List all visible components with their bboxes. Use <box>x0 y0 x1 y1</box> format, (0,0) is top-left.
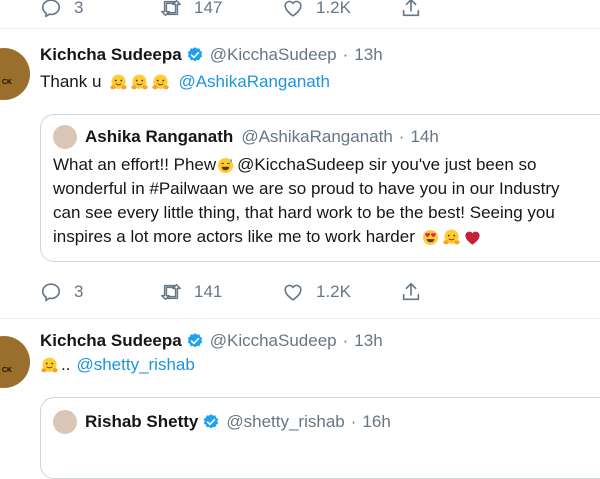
share-button[interactable] <box>400 278 422 306</box>
quoted-tweet[interactable]: Ashika Ranganath @AshikaRanganath · 14h … <box>40 114 600 262</box>
mention-link[interactable]: @shetty_rishab <box>76 355 194 375</box>
verified-badge-icon <box>202 413 220 431</box>
quote-line-1a: What an effort!! Phew <box>53 155 217 174</box>
author-handle[interactable]: @KicchaSudeep <box>210 331 337 351</box>
quote-header: Ashika Ranganath @AshikaRanganath · 14h <box>85 125 439 149</box>
red-heart-emoji <box>463 228 482 247</box>
separator-dot: · <box>342 331 349 350</box>
author-handle[interactable]: @KicchaSudeep <box>210 45 337 65</box>
tweet-time[interactable]: 13h <box>354 331 382 351</box>
quote-author-name: Ashika Ranganath <box>85 127 234 146</box>
tweet-body: Thank u <box>40 72 102 91</box>
quote-author-handle: @AshikaRanganath <box>241 127 393 146</box>
hugging-face-emoji <box>130 73 149 92</box>
share-icon <box>400 281 422 303</box>
author-name[interactable]: Kichcha Sudeepa <box>40 45 182 65</box>
like-button[interactable]: 1.2K <box>282 278 351 306</box>
reply-button[interactable]: 3 <box>40 278 83 306</box>
like-icon <box>282 281 304 303</box>
reply-count: 3 <box>74 0 84 17</box>
divider <box>0 318 600 319</box>
heart-eyes-emoji <box>421 228 440 247</box>
share-button[interactable] <box>400 0 422 22</box>
verified-badge-icon <box>186 332 204 350</box>
retweet-count: 147 <box>194 0 223 17</box>
sweat-smile-emoji <box>216 156 235 175</box>
mention-link[interactable]: @AshikaRanganath <box>178 72 329 92</box>
quote-avatar[interactable] <box>53 125 77 149</box>
quote-time: 16h <box>362 412 391 431</box>
avatar-text: CK <box>2 367 13 374</box>
avatar[interactable]: CK <box>0 48 30 100</box>
tweet-text: Thank u @AshikaRanganath <box>40 72 330 92</box>
separator-dot: · <box>350 412 357 431</box>
hugging-face-emoji <box>109 73 128 92</box>
tweet-time[interactable]: 13h <box>354 45 382 65</box>
quote-line-1b: @KicchaSudeep sir you've just been so <box>237 155 537 174</box>
hugging-face-emoji <box>40 356 59 375</box>
quote-line-3: can see every little thing, that hard wo… <box>53 203 555 222</box>
tweet-text: .. @shetty_rishab <box>40 355 195 375</box>
tweet-header: Kichcha Sudeepa @KicchaSudeep · 13h <box>40 43 383 67</box>
hugging-face-emoji <box>442 228 461 247</box>
quote-author-name: Rishab Shetty <box>85 412 199 431</box>
divider <box>0 28 600 29</box>
quote-text: What an effort!! Phew @KicchaSudeep sir … <box>53 153 600 249</box>
retweet-icon <box>160 281 182 303</box>
like-count: 1.2K <box>316 0 351 17</box>
tweet-actions: 3 141 1.2K <box>0 278 600 306</box>
like-button[interactable]: 1.2K <box>282 0 351 22</box>
reply-button[interactable]: 3 <box>40 0 83 22</box>
separator-dot: · <box>398 127 405 146</box>
separator-dot: · <box>342 45 349 64</box>
share-icon <box>400 0 422 19</box>
hugging-face-emoji <box>151 73 170 92</box>
top-tweet-actions: 3 147 1.2K <box>0 0 600 22</box>
like-count: 1.2K <box>316 282 351 301</box>
retweet-button[interactable]: 141 <box>160 278 222 306</box>
retweet-icon <box>160 0 182 19</box>
quote-line-2: wonderful in #Pailwaan we are so proud t… <box>53 179 560 198</box>
retweet-button[interactable]: 147 <box>160 0 222 22</box>
quote-header: Rishab Shetty @shetty_rishab · 16h <box>85 410 391 434</box>
reply-icon <box>40 281 62 303</box>
quote-time: 14h <box>410 127 439 146</box>
like-icon <box>282 0 304 19</box>
avatar-text: CK <box>2 79 13 86</box>
quote-author-handle: @shetty_rishab <box>226 412 345 431</box>
avatar[interactable]: CK <box>0 336 30 388</box>
retweet-count: 141 <box>194 282 223 301</box>
tweet-body: .. <box>61 355 71 374</box>
reply-count: 3 <box>74 282 84 301</box>
reply-icon <box>40 0 62 19</box>
verified-badge-icon <box>186 46 204 64</box>
author-name[interactable]: Kichcha Sudeepa <box>40 331 182 351</box>
tweet-header: Kichcha Sudeepa @KicchaSudeep · 13h <box>40 329 383 353</box>
quote-avatar[interactable] <box>53 410 77 434</box>
quote-line-4: inspires a lot more actors like me to wo… <box>53 227 415 246</box>
quoted-tweet[interactable]: Rishab Shetty @shetty_rishab · 16h <box>40 397 600 479</box>
